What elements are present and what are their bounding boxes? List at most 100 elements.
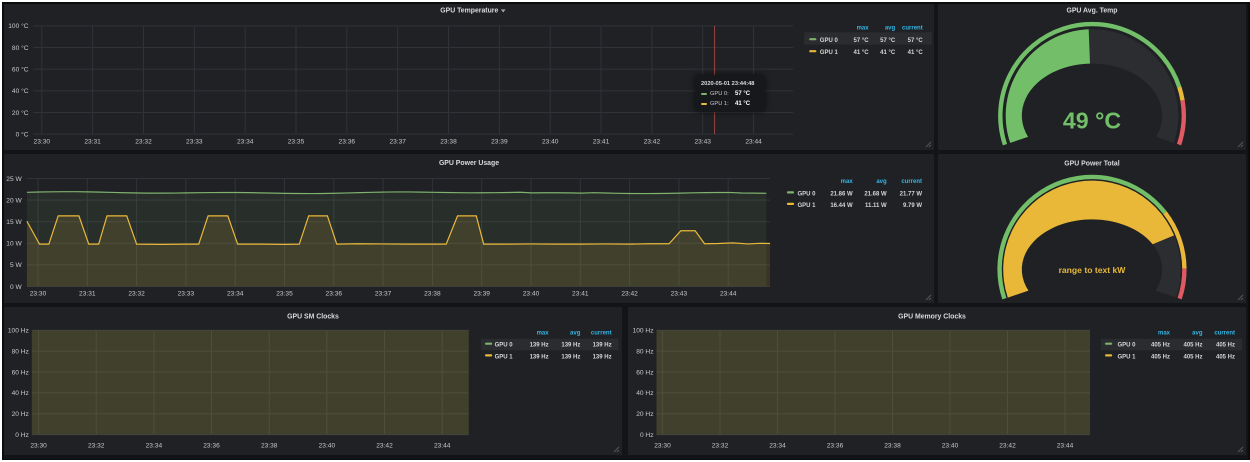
- svg-text:139 Hz: 139 Hz: [561, 343, 580, 349]
- svg-text:60 °C: 60 °C: [12, 66, 29, 74]
- svg-text:GPU 0: GPU 0: [1118, 343, 1137, 349]
- svg-text:23:32: 23:32: [88, 442, 105, 449]
- svg-text:23:36: 23:36: [827, 442, 844, 449]
- svg-text:GPU 0: GPU 0: [798, 191, 817, 197]
- svg-text:100 °C: 100 °C: [8, 22, 28, 30]
- svg-text:40 Hz: 40 Hz: [12, 390, 29, 397]
- svg-text:GPU 1: GPU 1: [1118, 354, 1137, 360]
- svg-text:23:36: 23:36: [339, 139, 356, 146]
- svg-text:0 °C: 0 °C: [16, 130, 29, 138]
- svg-text:60 Hz: 60 Hz: [12, 369, 29, 376]
- svg-text:23:44: 23:44: [434, 442, 451, 449]
- svg-text:9.79 W: 9.79 W: [903, 203, 922, 209]
- svg-text:current: current: [902, 26, 923, 32]
- svg-text:GPU 1: GPU 1: [798, 203, 817, 209]
- svg-text:23:41: 23:41: [572, 291, 589, 298]
- svg-text:23:37: 23:37: [389, 139, 406, 146]
- svg-text:405 Hz: 405 Hz: [1151, 343, 1170, 349]
- svg-text:15 W: 15 W: [6, 219, 22, 226]
- svg-text:23:42: 23:42: [999, 442, 1016, 449]
- svg-text:23:43: 23:43: [694, 139, 711, 146]
- svg-text:23:38: 23:38: [261, 442, 278, 449]
- svg-text:GPU Memory Clocks: GPU Memory Clocks: [898, 313, 966, 320]
- svg-text:23:30: 23:30: [30, 291, 47, 298]
- svg-text:40 Hz: 40 Hz: [636, 390, 653, 397]
- svg-text:0 Hz: 0 Hz: [640, 432, 654, 439]
- svg-text:23:44: 23:44: [745, 139, 762, 146]
- svg-text:80 Hz: 80 Hz: [12, 348, 29, 355]
- svg-text:21.86 W: 21.86 W: [830, 191, 853, 197]
- svg-text:405 Hz: 405 Hz: [1216, 343, 1235, 349]
- svg-text:avg: avg: [876, 179, 887, 185]
- svg-text:20 °C: 20 °C: [12, 109, 29, 117]
- svg-text:GPU Power Usage: GPU Power Usage: [439, 160, 499, 167]
- svg-text:23:32: 23:32: [135, 139, 152, 146]
- svg-text:23:30: 23:30: [30, 442, 47, 449]
- svg-text:23:38: 23:38: [884, 442, 901, 449]
- svg-text:max: max: [841, 179, 854, 185]
- svg-text:139 Hz: 139 Hz: [593, 343, 612, 349]
- svg-text:23:40: 23:40: [319, 442, 336, 449]
- svg-text:max: max: [1158, 331, 1171, 337]
- svg-text:23:43: 23:43: [671, 291, 688, 298]
- svg-text:23:34: 23:34: [227, 291, 244, 298]
- svg-text:23:40: 23:40: [542, 139, 559, 146]
- svg-text:41 °C: 41 °C: [880, 50, 896, 56]
- svg-text:GPU 1: GPU 1: [820, 50, 839, 56]
- svg-text:avg: avg: [885, 26, 896, 32]
- svg-text:49 °C: 49 °C: [1063, 108, 1122, 134]
- svg-text:23:34: 23:34: [769, 442, 786, 449]
- svg-text:current: current: [901, 179, 922, 185]
- svg-text:80 Hz: 80 Hz: [636, 348, 653, 355]
- svg-text:57 °C: 57 °C: [854, 38, 870, 44]
- svg-text:23:36: 23:36: [326, 291, 343, 298]
- svg-text:20 W: 20 W: [6, 197, 22, 204]
- svg-text:GPU 1: GPU 1: [495, 354, 514, 360]
- svg-text:23:42: 23:42: [376, 442, 393, 449]
- svg-text:10 W: 10 W: [6, 241, 22, 248]
- svg-text:100 Hz: 100 Hz: [633, 328, 654, 335]
- svg-text:139 Hz: 139 Hz: [593, 354, 612, 360]
- svg-text:23:31: 23:31: [84, 139, 101, 146]
- svg-text:23:32: 23:32: [128, 291, 145, 298]
- svg-text:23:44: 23:44: [720, 291, 737, 298]
- svg-text:23:37: 23:37: [375, 291, 392, 298]
- svg-text:5 W: 5 W: [10, 262, 22, 269]
- svg-text:max: max: [857, 26, 870, 32]
- svg-text:range to text kW: range to text kW: [1059, 265, 1127, 275]
- svg-text:0 Hz: 0 Hz: [15, 432, 29, 439]
- svg-text:139 Hz: 139 Hz: [530, 354, 549, 360]
- svg-text:current: current: [1214, 331, 1235, 337]
- svg-text:139 Hz: 139 Hz: [530, 343, 549, 349]
- svg-text:25 W: 25 W: [6, 176, 22, 183]
- svg-text:57 °C: 57 °C: [908, 38, 924, 44]
- svg-text:23:42: 23:42: [621, 291, 638, 298]
- svg-text:139 Hz: 139 Hz: [561, 354, 580, 360]
- svg-text:23:35: 23:35: [276, 291, 293, 298]
- svg-text:20 Hz: 20 Hz: [636, 411, 653, 418]
- svg-text:GPU Temperature: GPU Temperature: [440, 8, 498, 15]
- svg-text:GPU Power Total: GPU Power Total: [1064, 161, 1119, 168]
- svg-text:405 Hz: 405 Hz: [1151, 354, 1170, 360]
- svg-text:23:30: 23:30: [34, 139, 51, 146]
- svg-text:0 W: 0 W: [10, 284, 22, 291]
- svg-text:23:33: 23:33: [178, 291, 195, 298]
- svg-text:23:40: 23:40: [942, 442, 959, 449]
- svg-text:GPU Avg. Temp: GPU Avg. Temp: [1066, 8, 1117, 15]
- svg-text:23:33: 23:33: [186, 139, 203, 146]
- svg-text:23:36: 23:36: [203, 442, 220, 449]
- svg-text:40 °C: 40 °C: [12, 87, 29, 95]
- svg-text:avg: avg: [570, 331, 581, 337]
- svg-text:23:34: 23:34: [237, 139, 254, 146]
- svg-text:23:41: 23:41: [593, 139, 610, 146]
- svg-text:41 °C: 41 °C: [908, 50, 924, 56]
- svg-text:23:42: 23:42: [644, 139, 661, 146]
- svg-text:60 Hz: 60 Hz: [636, 369, 653, 376]
- svg-text:23:39: 23:39: [473, 291, 490, 298]
- svg-text:16.44 W: 16.44 W: [830, 203, 853, 209]
- svg-text:80 °C: 80 °C: [12, 44, 29, 52]
- svg-text:100 Hz: 100 Hz: [8, 328, 29, 335]
- svg-text:23:39: 23:39: [491, 139, 508, 146]
- svg-text:23:40: 23:40: [523, 291, 540, 298]
- svg-text:current: current: [591, 331, 612, 337]
